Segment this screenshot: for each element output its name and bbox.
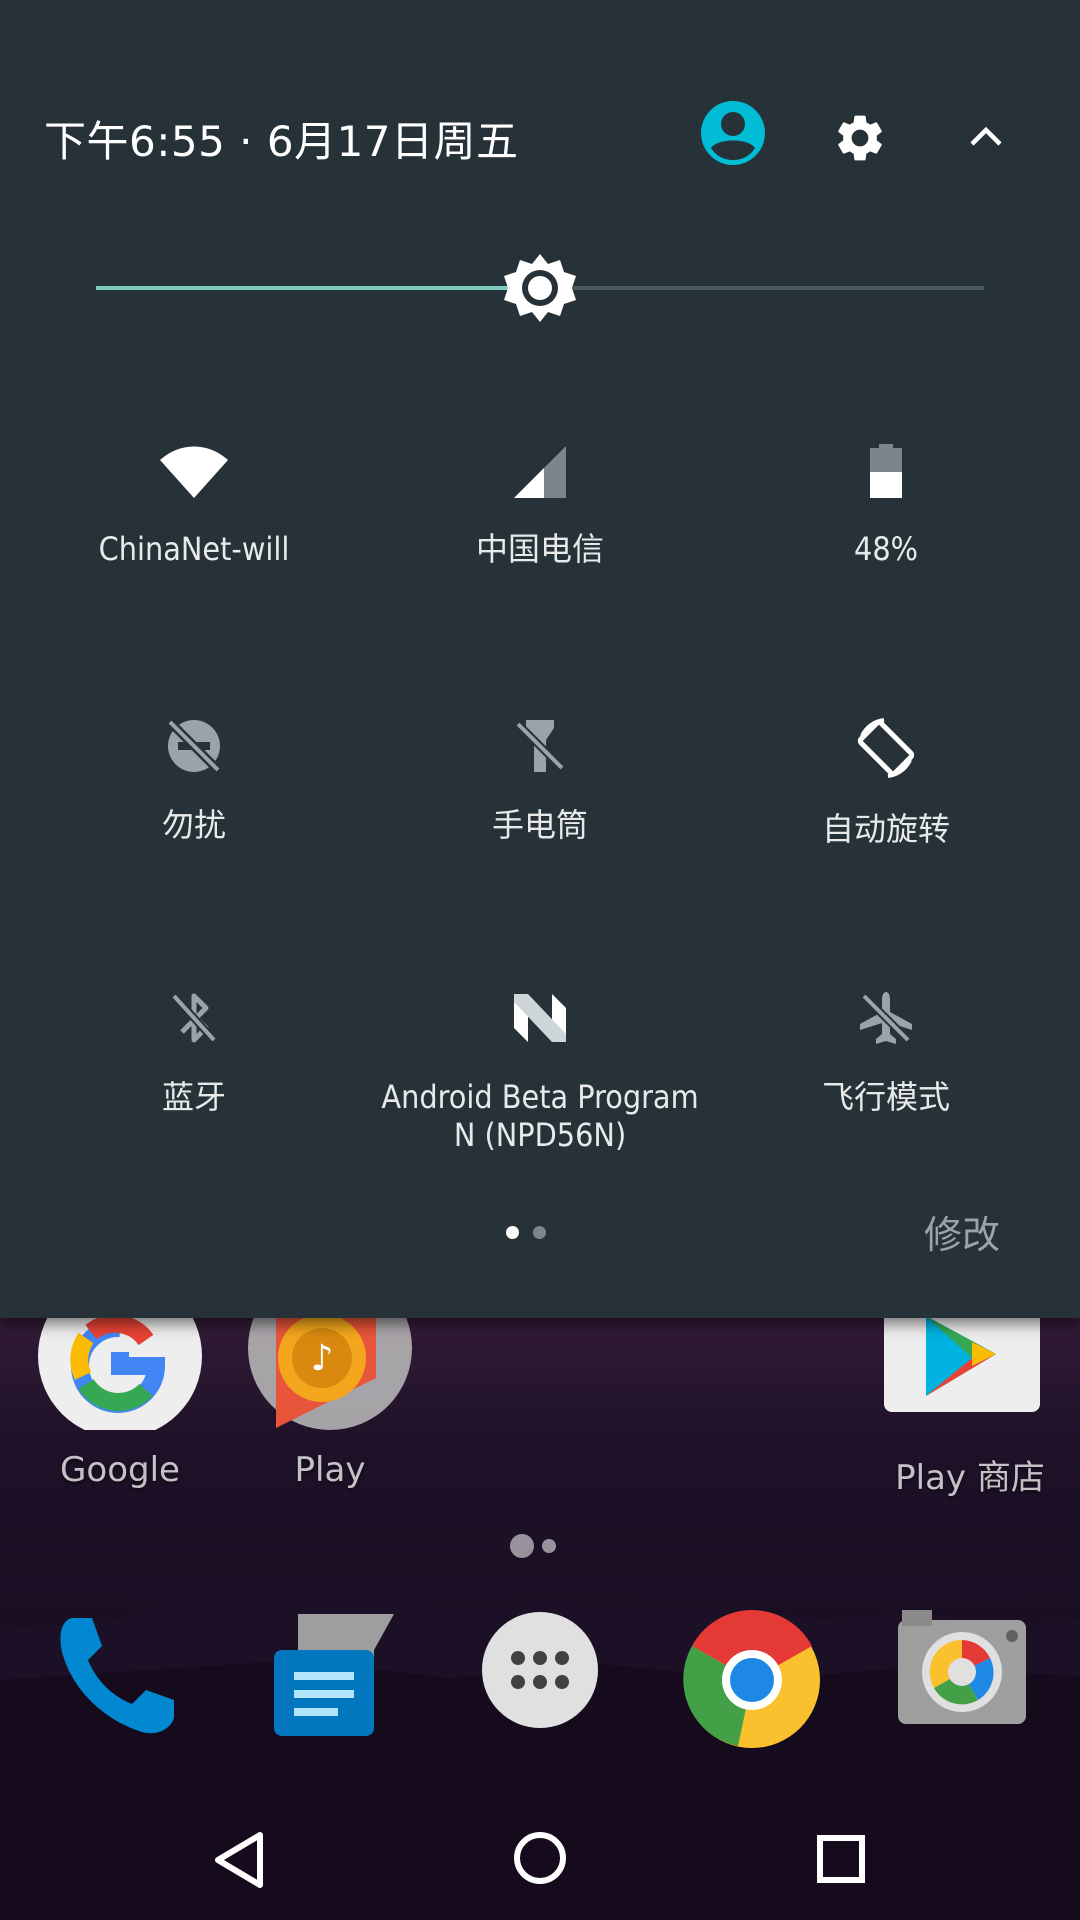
tile-flashlight[interactable]: 手电筒: [380, 716, 700, 844]
status-datetime: 下午6:55 · 6月17日周五: [44, 117, 519, 166]
tile-label-auto-rotate: 自动旋转: [821, 810, 950, 848]
tile-label-do-not-disturb: 勿扰: [161, 806, 226, 844]
camera-icon[interactable]: [894, 1610, 1030, 1730]
tile-battery[interactable]: 48%: [726, 444, 1046, 568]
home-button[interactable]: [512, 1830, 568, 1886]
wifi-icon: [160, 446, 228, 498]
flashlight-off-icon: [515, 720, 565, 772]
home-page-dot-active: [510, 1534, 534, 1558]
tile-label-battery: 48%: [854, 530, 918, 568]
tile-bluetooth[interactable]: 蓝牙: [34, 988, 354, 1116]
android-n-icon: [514, 994, 566, 1042]
tile-label-android-beta-line2: N (NPD56N): [453, 1116, 627, 1154]
home-page-indicator: [510, 1534, 564, 1558]
auto-rotate-icon: [857, 718, 915, 778]
tile-cellular[interactable]: 中国电信: [380, 444, 700, 568]
app-label-play: Play: [294, 1450, 366, 1490]
airplane-mode-off-icon: [860, 992, 912, 1044]
user-account-icon[interactable]: [700, 100, 766, 166]
back-button[interactable]: [210, 1830, 266, 1890]
tile-label-android-beta: Android Beta Program N (NPD56N): [380, 1078, 700, 1154]
app-label-play-store: Play 商店: [895, 1458, 1045, 1498]
shade-page-indicator: [506, 1224, 560, 1243]
phone-icon[interactable]: [52, 1610, 182, 1740]
bluetooth-off-icon: [171, 993, 217, 1043]
tile-label-wifi: ChinaNet-will: [98, 530, 290, 568]
navigation-bar: [0, 1800, 1080, 1920]
tile-label-bluetooth: 蓝牙: [161, 1078, 226, 1116]
shade-page-dot-active: [506, 1226, 519, 1239]
tile-do-not-disturb[interactable]: 勿扰: [34, 716, 354, 844]
tile-airplane-mode[interactable]: 飞行模式: [726, 988, 1046, 1116]
quick-settings-shade: 下午6:55 · 6月17日周五 ChinaNet-will 中国电信 48% …: [0, 0, 1080, 1318]
tile-label-airplane-mode: 飞行模式: [821, 1078, 950, 1116]
recents-button[interactable]: [816, 1834, 866, 1884]
tile-label-cellular: 中国电信: [475, 530, 604, 568]
app-drawer-icon[interactable]: [480, 1610, 600, 1730]
tile-wifi[interactable]: ChinaNet-will: [34, 444, 354, 568]
brightness-slider-fill: [96, 286, 540, 290]
tile-label-flashlight: 手电筒: [491, 806, 588, 844]
play-store-icon[interactable]: [884, 1318, 1040, 1412]
app-label-google: Google: [60, 1450, 180, 1490]
settings-gear-icon[interactable]: [832, 110, 888, 166]
battery-icon: [870, 444, 902, 498]
shade-page-dot: [533, 1226, 546, 1239]
play-music-folder-icon[interactable]: ♪: [246, 1318, 414, 1430]
messages-icon[interactable]: [258, 1610, 398, 1740]
collapse-chevron-up-icon[interactable]: [966, 122, 1006, 150]
brightness-slider-thumb[interactable]: [502, 250, 578, 326]
cellular-signal-icon: [514, 446, 566, 498]
tile-auto-rotate[interactable]: 自动旋转: [726, 716, 1046, 848]
edit-tiles-button[interactable]: 修改: [924, 1204, 1000, 1259]
chrome-icon[interactable]: [682, 1610, 822, 1750]
tile-label-android-beta-line1: Android Beta Program: [381, 1078, 699, 1116]
google-app-icon[interactable]: [36, 1318, 204, 1430]
svg-text:♪: ♪: [311, 1338, 334, 1379]
tile-android-beta[interactable]: Android Beta Program N (NPD56N): [380, 988, 700, 1154]
do-not-disturb-off-icon: [166, 718, 222, 774]
home-page-dot: [542, 1539, 556, 1553]
